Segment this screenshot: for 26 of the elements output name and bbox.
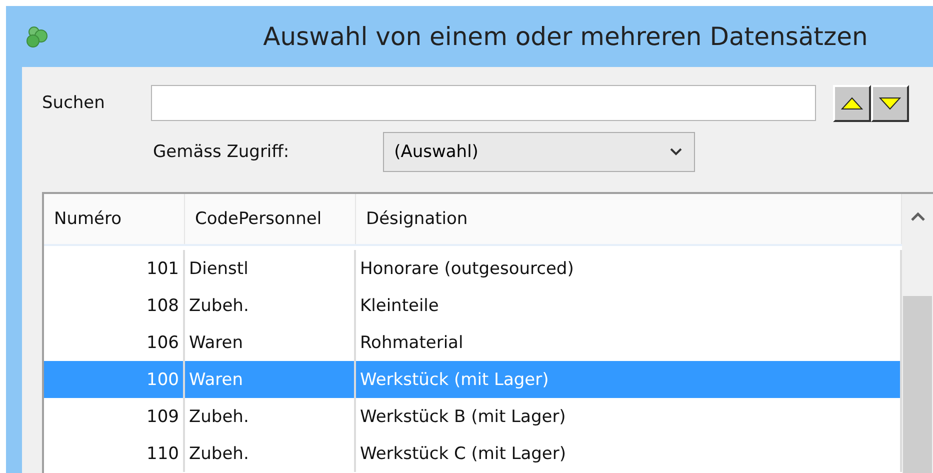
table-cell: Zubeh. <box>185 287 356 324</box>
filter-dropdown[interactable]: (Auswahl) <box>383 132 696 172</box>
window-title: Auswahl von einem oder mehreren Datensätzen <box>262 22 869 51</box>
table-cell: Zubeh. <box>185 435 356 472</box>
filter-label: Gemäss Zugriff: <box>153 142 290 162</box>
down-triangle-icon <box>878 96 901 110</box>
scroll-up-icon[interactable] <box>910 212 924 222</box>
app-icon <box>26 26 48 48</box>
scrollbar[interactable] <box>902 194 933 473</box>
up-triangle-icon <box>840 96 863 110</box>
table-cell: Zubeh. <box>185 398 356 435</box>
table-cell: Waren <box>185 361 356 398</box>
search-label: Suchen <box>42 93 105 113</box>
table-cell: 101 <box>44 250 185 287</box>
chevron-down-icon <box>670 148 682 156</box>
scrollbar-thumb[interactable] <box>903 296 932 473</box>
table-cell: 109 <box>44 398 185 435</box>
table-cell: 110 <box>44 435 185 472</box>
previous-button[interactable] <box>832 84 871 122</box>
next-button[interactable] <box>870 84 909 122</box>
search-field[interactable] <box>150 85 816 121</box>
column-header[interactable]: Numéro <box>44 194 185 244</box>
table-cell: 100 <box>44 361 185 398</box>
table-cell: 108 <box>44 287 185 324</box>
table-cell: Dienstl <box>185 250 356 287</box>
column-header[interactable]: CodePersonnel <box>185 194 356 244</box>
